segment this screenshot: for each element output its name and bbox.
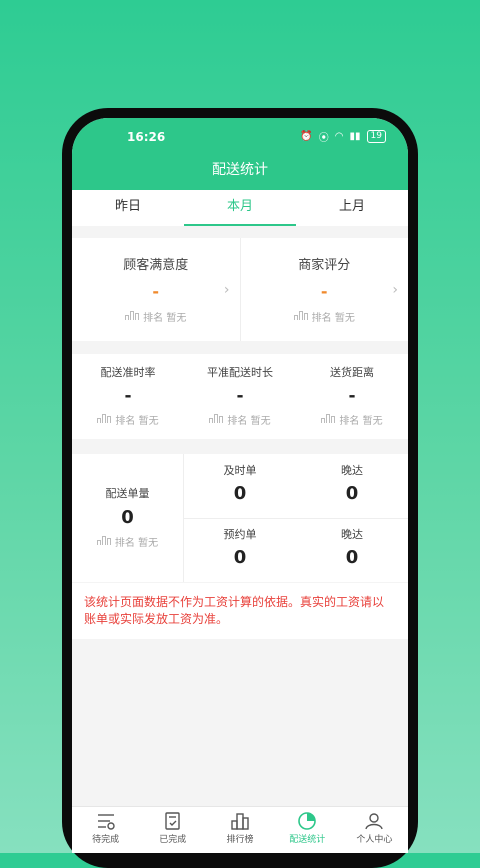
chevron-right-icon: ›: [392, 282, 398, 298]
person-icon: [341, 812, 408, 832]
rank-row: 排名 暂无: [184, 412, 296, 427]
nav-label: 已完成: [159, 835, 187, 845]
stat-title: 晚达: [341, 528, 363, 541]
stat-value: 0: [233, 483, 247, 504]
on-time-rate-item: 配送准时率 - 排名 暂无: [72, 354, 184, 439]
pie-chart-icon: [274, 812, 341, 832]
stat-value: 0: [345, 483, 359, 504]
delivery-metrics-card: 配送准时率 - 排名 暂无 平准配送时长 - 排名 暂无 送货距离 - 排名 暂…: [72, 354, 408, 439]
late-reserved-orders-item: 晚达 0: [296, 518, 408, 582]
status-time: 16:26: [127, 130, 166, 144]
rank-row: 排名 暂无: [72, 534, 183, 549]
nav-label: 待完成: [92, 835, 120, 845]
rank-text: 排名 暂无: [114, 538, 159, 549]
rank-text: 排名 暂无: [311, 313, 355, 324]
stat-value: -: [236, 386, 244, 406]
rank-text: 排名 暂无: [227, 416, 271, 427]
location-icon: ⦿: [318, 133, 329, 144]
chevron-right-icon: ›: [223, 282, 230, 298]
ratings-card: 顾客满意度 - 排名 暂无 › 商家评分 - 排名 暂无 ›: [72, 238, 408, 341]
stat-title: 及时单: [223, 464, 257, 477]
nav-completed[interactable]: 已完成: [139, 807, 206, 853]
rank-icon: [321, 413, 336, 426]
stat-value: 0: [121, 507, 134, 528]
rank-icon: [97, 413, 112, 426]
page-title: 配送统计: [72, 154, 408, 190]
status-icons: ⏰ ⦿ ◠ ▮▮ 19: [300, 129, 386, 144]
delivery-distance-item: 送货距离 - 排名 暂无: [296, 354, 408, 439]
tab-last-month[interactable]: 上月: [296, 190, 408, 226]
rank-icon: [293, 310, 308, 323]
list-icon: [72, 812, 139, 832]
nav-ranking[interactable]: 排行榜: [206, 807, 273, 853]
rank-row: 排名 暂无: [241, 309, 409, 324]
app-screen: 16:26 ⏰ ⦿ ◠ ▮▮ 19 配送统计 昨日 本月 上月 顾客满意度 - …: [72, 118, 408, 853]
alarm-icon: ⏰: [300, 131, 313, 142]
nav-label: 配送统计: [289, 835, 326, 845]
rank-text: 排名 暂无: [143, 313, 187, 324]
nav-label: 排行榜: [226, 835, 254, 845]
stat-title: 顾客满意度: [123, 258, 189, 273]
stat-value: -: [320, 282, 328, 301]
check-doc-icon: [139, 812, 206, 832]
order-volume-card: 配送单量 0 排名 暂无 及时单 0 晚达 0 预约单 0 晚达 0: [72, 454, 408, 582]
nav-statistics[interactable]: 配送统计: [274, 807, 341, 853]
stat-title: 商家评分: [298, 258, 351, 273]
customer-satisfaction-item[interactable]: 顾客满意度 - 排名 暂无 ›: [72, 238, 240, 341]
stat-value: -: [124, 386, 132, 406]
stat-value: -: [152, 282, 160, 301]
rank-row: 排名 暂无: [72, 309, 240, 324]
rank-icon: [96, 535, 111, 548]
rank-text: 排名 暂无: [115, 416, 159, 427]
bottom-nav: 待完成 已完成 排行榜 配送统计 个人中心: [72, 806, 408, 853]
stat-value: 0: [345, 547, 359, 568]
stat-value: 0: [233, 547, 247, 568]
rank-icon: [209, 413, 224, 426]
order-count-item: 配送单量 0 排名 暂无: [72, 454, 184, 582]
disclaimer-note: 该统计页面数据不作为工资计算的依据。真实的工资请以账单或实际发放工资为准。: [72, 583, 408, 639]
wifi-icon: ◠: [334, 131, 344, 142]
nav-pending[interactable]: 待完成: [72, 807, 139, 853]
merchant-rating-item[interactable]: 商家评分 - 排名 暂无 ›: [239, 238, 409, 341]
stat-title: 晚达: [341, 464, 363, 477]
reserved-orders-item: 预约单 0: [184, 518, 296, 582]
tab-this-month[interactable]: 本月: [184, 190, 296, 226]
stat-title: 配送准时率: [100, 366, 156, 379]
avg-delivery-time-item: 平准配送时长 - 排名 暂无: [184, 354, 296, 439]
signal-icon: ▮▮: [349, 131, 361, 142]
rank-text: 排名 暂无: [339, 416, 383, 427]
tab-yesterday[interactable]: 昨日: [72, 190, 184, 226]
stat-title: 送货距离: [330, 366, 374, 379]
status-bar: 16:26 ⏰ ⦿ ◠ ▮▮ 19: [72, 118, 408, 154]
rank-row: 排名 暂无: [72, 412, 184, 427]
late-timely-orders-item: 晚达 0: [296, 454, 408, 518]
period-tabs: 昨日 本月 上月: [72, 190, 408, 226]
bar-chart-icon: [206, 812, 273, 832]
timely-orders-item: 及时单 0: [184, 454, 296, 518]
rank-row: 排名 暂无: [296, 412, 408, 427]
stat-value: -: [348, 386, 356, 406]
stat-title: 平准配送时长: [207, 366, 273, 379]
battery-icon: 19: [366, 130, 386, 143]
nav-label: 个人中心: [356, 835, 393, 845]
nav-profile[interactable]: 个人中心: [341, 807, 408, 853]
stat-title: 预约单: [223, 528, 257, 541]
rank-icon: [125, 310, 140, 323]
stat-title: 配送单量: [105, 487, 150, 500]
